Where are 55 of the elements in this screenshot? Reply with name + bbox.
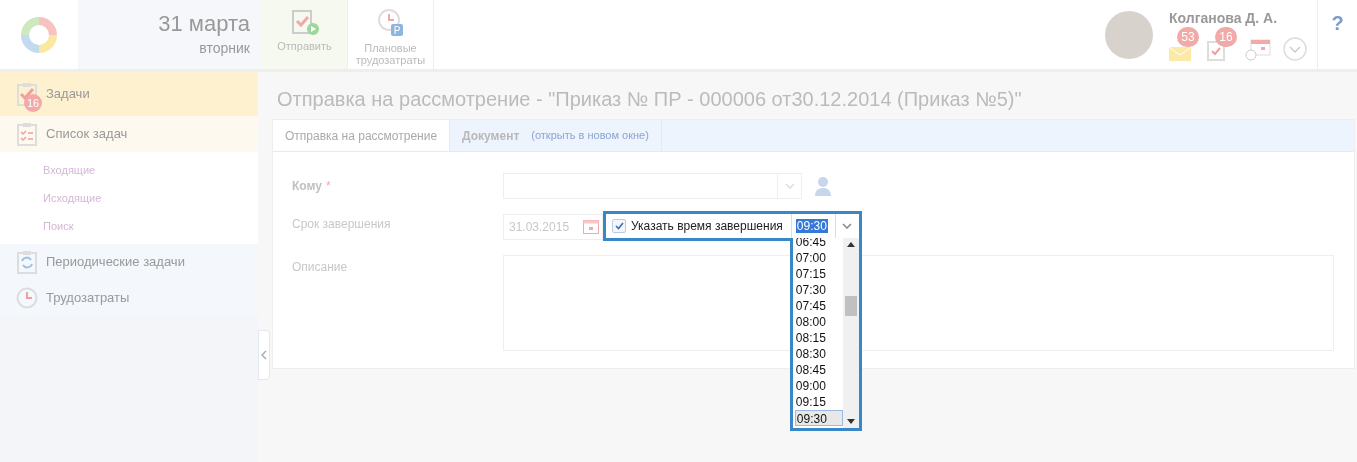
clipboard-arrows-icon <box>16 250 38 274</box>
chevron-down-icon <box>784 183 795 189</box>
time-option[interactable]: 07:00 <box>794 250 843 266</box>
calendar-clock-icon[interactable] <box>1245 39 1271 61</box>
field-label: Кому <box>292 179 322 193</box>
count-badge: 16 <box>24 94 42 112</box>
time-checkbox[interactable]: Указать время завершения <box>606 217 791 235</box>
checkbox[interactable] <box>612 219 626 233</box>
time-option[interactable]: 07:15 <box>794 266 843 282</box>
check-icon <box>614 222 624 230</box>
tab[interactable]: Отправка на рассмотрение <box>273 120 451 151</box>
envelope-icon <box>1169 47 1191 61</box>
time-option[interactable]: 06:45 <box>794 238 843 250</box>
time-option[interactable]: 07:45 <box>794 298 843 314</box>
down-arrow-icon[interactable] <box>846 419 855 424</box>
sidebar-item[interactable]: Список задач <box>0 116 258 152</box>
person-icon[interactable] <box>814 176 832 196</box>
sidebar-item[interactable]: 16 Задачи <box>0 72 258 116</box>
time-option[interactable]: 08:00 <box>794 314 843 330</box>
time-option[interactable]: 08:45 <box>794 362 843 378</box>
collapse-handle[interactable] <box>258 330 270 380</box>
chevron-circle-icon[interactable] <box>1283 37 1307 61</box>
time-option[interactable]: 09:15 <box>794 394 843 410</box>
avatar <box>1105 10 1153 59</box>
help-button[interactable]: ? <box>1331 8 1344 34</box>
chevron-left-icon <box>261 350 267 360</box>
time-option[interactable]: 07:30 <box>794 282 843 298</box>
time-option[interactable]: 08:15 <box>794 330 843 346</box>
clipboard-check-icon <box>1207 41 1225 61</box>
scrollbar[interactable] <box>842 238 859 428</box>
description-field[interactable] <box>503 255 1334 351</box>
sidebar-item-label: Задачи <box>46 85 90 104</box>
clock-icon <box>16 287 38 309</box>
open-new-window-link[interactable]: (открыть в новом окне) <box>531 127 649 144</box>
count-badge: 53 <box>1177 27 1199 47</box>
sidebar-item-label: Список задач <box>46 125 128 144</box>
time-option[interactable]: 09:00 <box>794 378 843 394</box>
clipboard-check-icon <box>16 122 38 146</box>
tab[interactable]: Документ (открыть в новом окне) <box>450 120 662 151</box>
page-title: Отправка на рассмотрение - "Приказ № ПР - 000006 от30.12.2014 (Приказ №5)" <box>277 87 1023 112</box>
date-text: 31 марта <box>158 10 250 38</box>
count-badge: 16 <box>1215 27 1237 47</box>
sidebar-item-label: Периодические задачи <box>46 253 185 272</box>
time-option[interactable]: 08:30 <box>794 346 843 362</box>
recipient-field[interactable] <box>503 173 802 199</box>
clipboard-play-icon <box>289 8 320 36</box>
time-option[interactable]: 09:30 <box>794 410 843 426</box>
required-mark: * <box>325 179 331 193</box>
sidebar-item-label: Трудозатраты <box>46 289 130 308</box>
calendar-icon[interactable] <box>583 220 599 234</box>
up-arrow-icon[interactable] <box>846 242 855 247</box>
scrollbar-thumb[interactable] <box>844 295 857 316</box>
weekday-text: вторник <box>199 39 250 58</box>
chevron-down-icon <box>842 223 853 229</box>
user-name: Колганова Д. А. <box>1169 9 1279 28</box>
